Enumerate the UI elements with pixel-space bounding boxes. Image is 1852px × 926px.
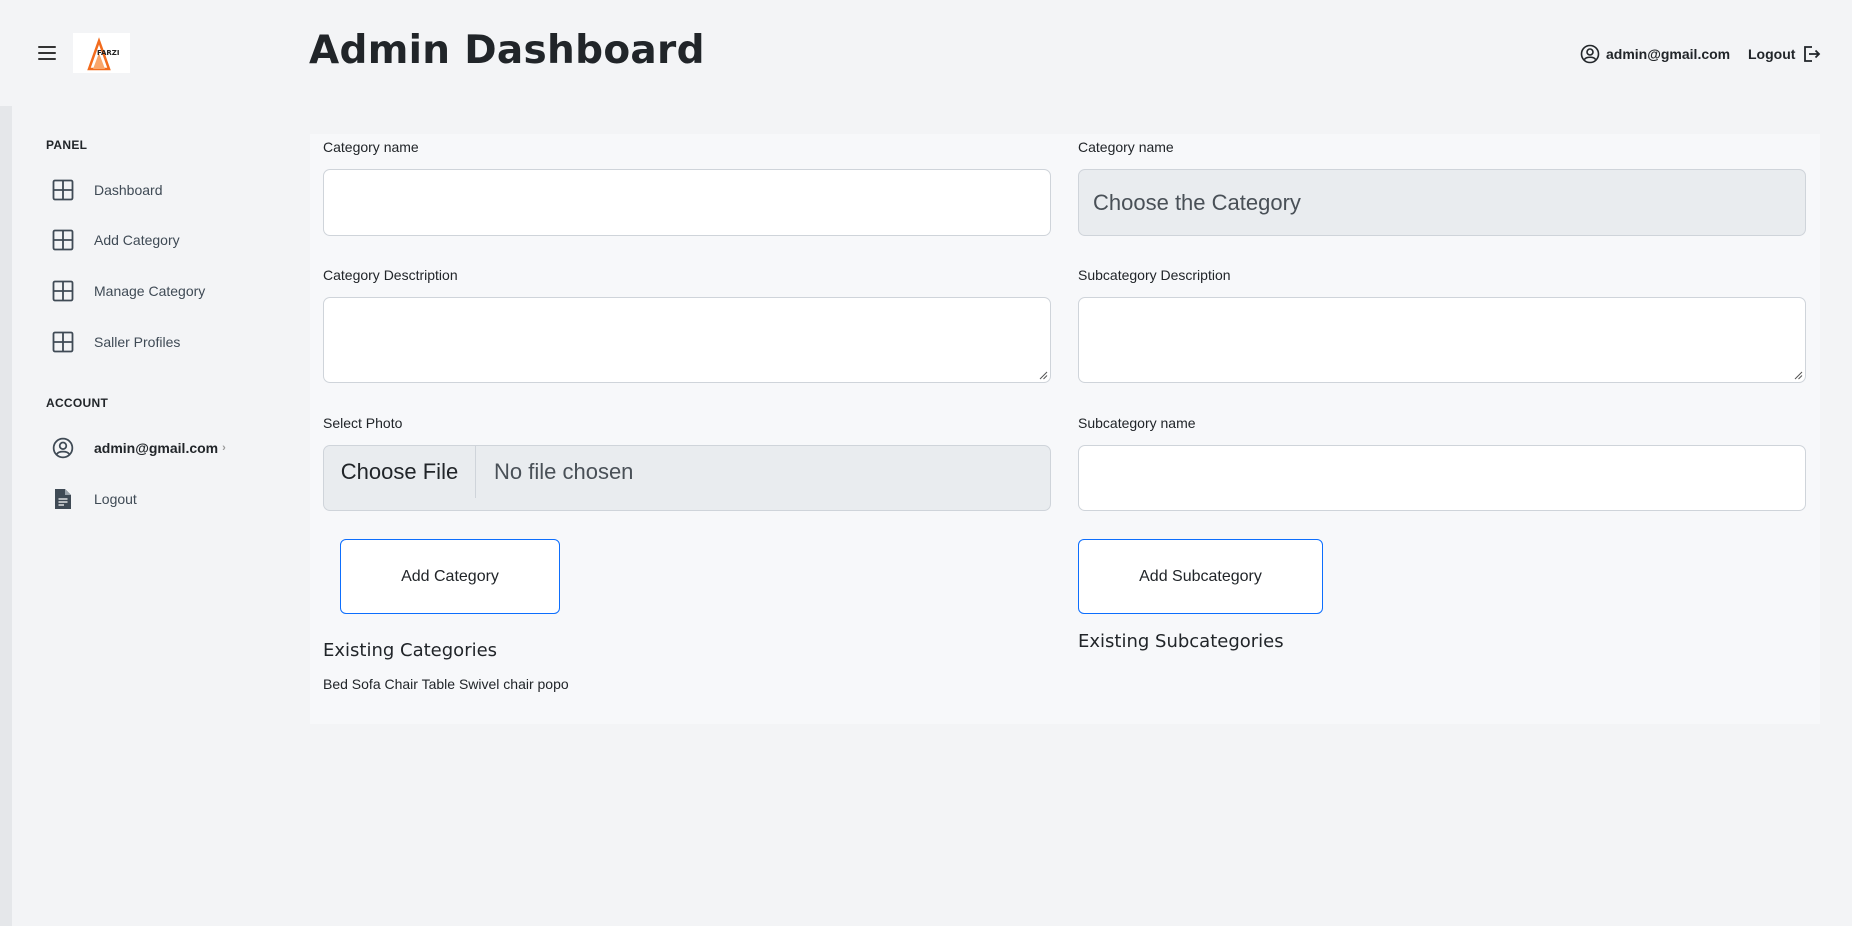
header-logout-button[interactable]: Logout <box>1748 44 1821 64</box>
grid-icon <box>52 280 74 302</box>
resize-grip-icon[interactable] <box>1039 371 1048 380</box>
sidebar-item-label: Logout <box>94 491 137 507</box>
sidebar-panel-heading: PANEL <box>46 138 88 152</box>
subcategory-category-label: Category name <box>1078 139 1174 155</box>
category-name-input[interactable] <box>323 169 1051 236</box>
main-content: Category name Category Desctription Sele… <box>310 134 1820 724</box>
hamburger-menu-icon[interactable] <box>38 46 56 60</box>
existing-categories-heading: Existing Categories <box>323 640 498 661</box>
svg-text:FARZI: FARZI <box>97 49 119 57</box>
grid-icon <box>52 331 74 353</box>
sidebar-item-label: admin@gmail.com <box>94 440 219 456</box>
existing-categories-list: Bed Sofa Chair Table Swivel chair popo <box>323 676 569 692</box>
select-photo-label: Select Photo <box>323 415 403 431</box>
sidebar-account-heading: ACCOUNT <box>46 396 109 410</box>
sidebar-item-dashboard[interactable]: Dashboard <box>52 175 163 205</box>
sidebar-item-manage-category[interactable]: Manage Category <box>52 276 205 306</box>
grid-icon <box>52 229 74 251</box>
document-icon <box>52 488 74 510</box>
add-category-button[interactable]: Add Category <box>340 539 560 614</box>
sidebar-item-label: Manage Category <box>94 283 206 299</box>
top-header: FARZI Admin Dashboard admin@gmail.com Lo… <box>0 0 1852 106</box>
logo-mark-icon: FARZI <box>86 37 119 71</box>
page-title: Admin Dashboard <box>309 28 705 73</box>
brand-logo[interactable]: FARZI <box>73 33 130 73</box>
header-user-menu[interactable]: admin@gmail.com <box>1580 44 1730 64</box>
sidebar-item-add-category[interactable]: Add Category <box>52 225 180 255</box>
category-select-value: Choose the Category <box>1093 190 1301 215</box>
chevron-right-icon: › <box>222 442 226 454</box>
user-circle-icon <box>52 437 74 459</box>
photo-file-input[interactable]: Choose File No file chosen <box>323 445 1051 511</box>
header-user-email: admin@gmail.com <box>1606 46 1731 62</box>
header-logout-label: Logout <box>1748 46 1796 62</box>
choose-file-button[interactable]: Choose File <box>324 446 476 498</box>
subcategory-description-textarea[interactable] <box>1078 297 1806 383</box>
category-description-label: Category Desctription <box>323 267 458 283</box>
category-name-label: Category name <box>323 139 419 155</box>
grid-icon <box>52 179 74 201</box>
left-edge-strip <box>0 106 12 926</box>
resize-grip-icon[interactable] <box>1794 371 1803 380</box>
logout-icon <box>1804 46 1821 62</box>
user-circle-icon <box>1580 44 1600 64</box>
subcategory-description-label: Subcategory Description <box>1078 267 1231 283</box>
sidebar-item-label: Saller Profiles <box>94 334 181 350</box>
sidebar-item-account-email[interactable]: admin@gmail.com › <box>52 433 226 463</box>
subcategory-name-label: Subcategory name <box>1078 415 1196 431</box>
category-select[interactable]: Choose the Category <box>1078 169 1806 236</box>
subcategory-name-input[interactable] <box>1078 445 1806 511</box>
sidebar-item-label: Add Category <box>94 232 180 248</box>
existing-subcategories-heading: Existing Subcategories <box>1078 631 1284 652</box>
sidebar-item-logout[interactable]: Logout <box>52 484 137 514</box>
sidebar-item-saller-profiles[interactable]: Saller Profiles <box>52 327 180 357</box>
category-description-textarea[interactable] <box>323 297 1051 383</box>
file-status-text: No file chosen <box>494 459 634 484</box>
add-subcategory-button[interactable]: Add Subcategory <box>1078 539 1323 614</box>
sidebar-item-label: Dashboard <box>94 182 163 198</box>
